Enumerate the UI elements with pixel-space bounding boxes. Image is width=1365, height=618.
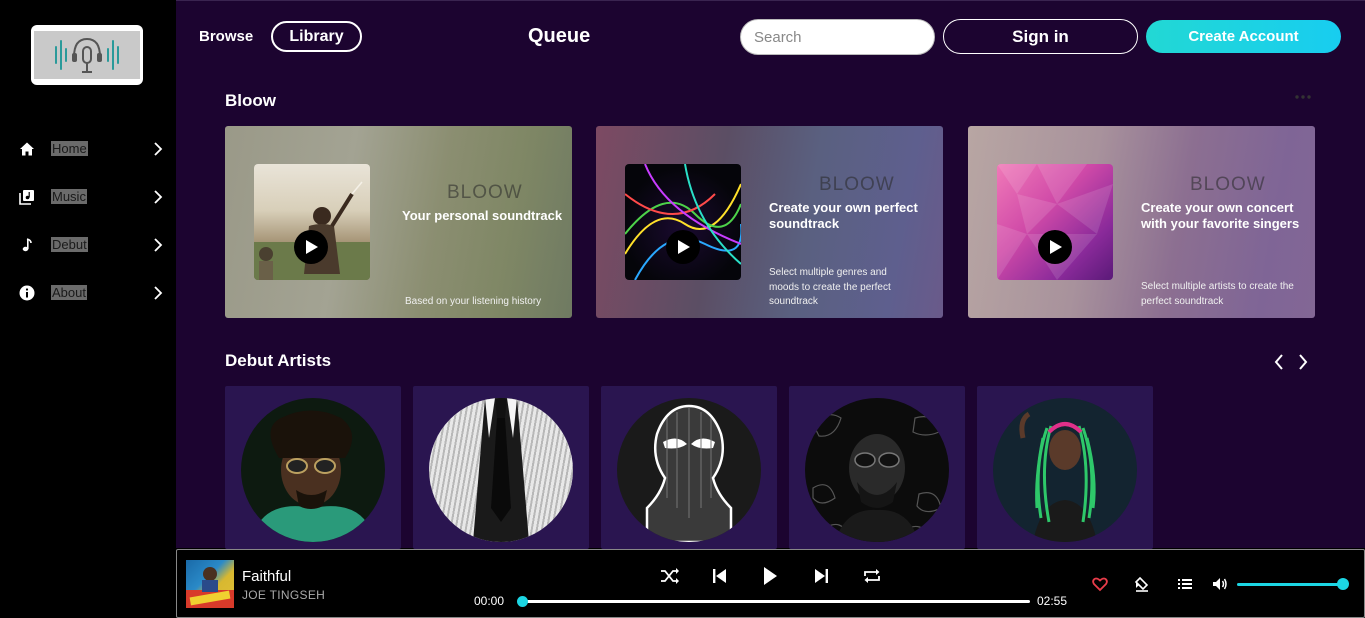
library-button[interactable]: Library [271,21,362,52]
more-options-icon[interactable] [1293,93,1313,101]
chevron-right-icon [154,142,163,156]
progress-handle[interactable] [517,596,528,607]
bloow-card-genres[interactable]: BLOOW Create your own perfect soundtrack… [596,126,943,318]
play-button[interactable] [294,230,328,264]
chevron-right-icon [154,190,163,204]
song-artist: JOE TINGSEH [242,588,326,602]
artist-card[interactable] [789,386,965,549]
card-heading: Create your own concert with your favori… [1141,200,1300,231]
shuffle-icon[interactable] [660,567,680,585]
play-button[interactable] [666,230,700,264]
artist-photo [241,398,385,542]
skip-previous-icon[interactable] [710,567,730,585]
chevron-right-icon [154,286,163,300]
sign-in-button[interactable]: Sign in [943,19,1138,54]
browse-link[interactable]: Browse [199,28,253,45]
volume-icon[interactable] [1212,576,1228,592]
album-art[interactable] [186,560,234,608]
song-title: Faithful [242,568,292,585]
bloow-card-personal[interactable]: BLOOW Your personal soundtrack Based on … [225,126,572,318]
card-heading: Your personal soundtrack [402,208,563,223]
artist-photo [805,398,949,542]
repeat-icon[interactable] [862,567,882,585]
play-icon [678,240,690,254]
artist-card[interactable] [977,386,1153,549]
chevron-right-icon [154,238,163,252]
volume-handle[interactable] [1337,578,1349,590]
music-library-icon [19,190,34,205]
bloow-card-concert[interactable]: BLOOW Create your own concert with your … [968,126,1315,318]
play-icon[interactable] [760,567,780,585]
app-logo[interactable] [31,25,143,85]
sidebar-item-label: Debut [51,237,88,252]
music-note-icon [22,238,32,252]
info-icon [19,285,35,301]
play-icon [1050,240,1062,254]
section-title-debut-artists: Debut Artists [225,351,332,370]
card-heading: Create your own perfect soundtrack [769,200,918,231]
card-thumbnail [254,164,370,280]
card-description: Select multiple genres and moods to crea… [769,267,891,307]
eraser-icon[interactable] [1134,576,1150,592]
sidebar: Home Music Debut About [0,0,176,618]
create-account-button[interactable]: Create Account [1146,20,1341,53]
duration: 02:55 [1037,594,1068,608]
search-input[interactable] [740,19,935,55]
play-icon [306,240,318,254]
section-title-bloow: Bloow [225,91,276,110]
skip-next-icon[interactable] [811,567,831,585]
sidebar-item-home[interactable]: Home [0,133,176,181]
artist-photo [993,398,1137,542]
card-description: Select multiple artists to create the pe… [1141,281,1294,307]
artist-photo [429,398,573,542]
card-thumbnail [625,164,741,280]
sidebar-item-about[interactable]: About [0,277,176,325]
main-content: Browse Library Queue Sign in Create Acco… [176,0,1365,549]
card-thumbnail [997,164,1113,280]
page-title: Queue [528,25,591,47]
artist-photo [617,398,761,542]
album-art-image [186,567,234,608]
chevron-right-icon[interactable] [1297,353,1309,371]
artist-card[interactable] [225,386,401,549]
heart-icon[interactable] [1092,576,1108,592]
card-brand: BLOOW [1190,174,1266,195]
card-brand: BLOOW [447,182,523,203]
card-brand: BLOOW [819,174,895,195]
current-time: 00:00 [474,594,505,608]
progress-bar[interactable] [522,600,1030,603]
sidebar-item-label: Home [51,141,88,156]
play-button[interactable] [1038,230,1072,264]
sidebar-item-label: Music [51,189,87,204]
sidebar-item-music[interactable]: Music [0,181,176,229]
artist-card[interactable] [413,386,589,549]
volume-slider[interactable] [1237,583,1343,586]
artist-card[interactable] [601,386,777,549]
logo-background [34,31,140,79]
home-icon [20,142,34,156]
chevron-left-icon[interactable] [1273,353,1285,371]
queue-list-icon[interactable] [1177,576,1193,592]
sidebar-item-debut[interactable]: Debut [0,229,176,277]
card-description: Based on your listening history [405,296,542,307]
player-bar: Faithful JOE TINGSEH 00:00 02:55 [176,549,1365,618]
sidebar-nav: Home Music Debut About [0,133,176,325]
headphones-mic-logo-icon [55,37,119,73]
sidebar-item-label: About [51,285,87,300]
